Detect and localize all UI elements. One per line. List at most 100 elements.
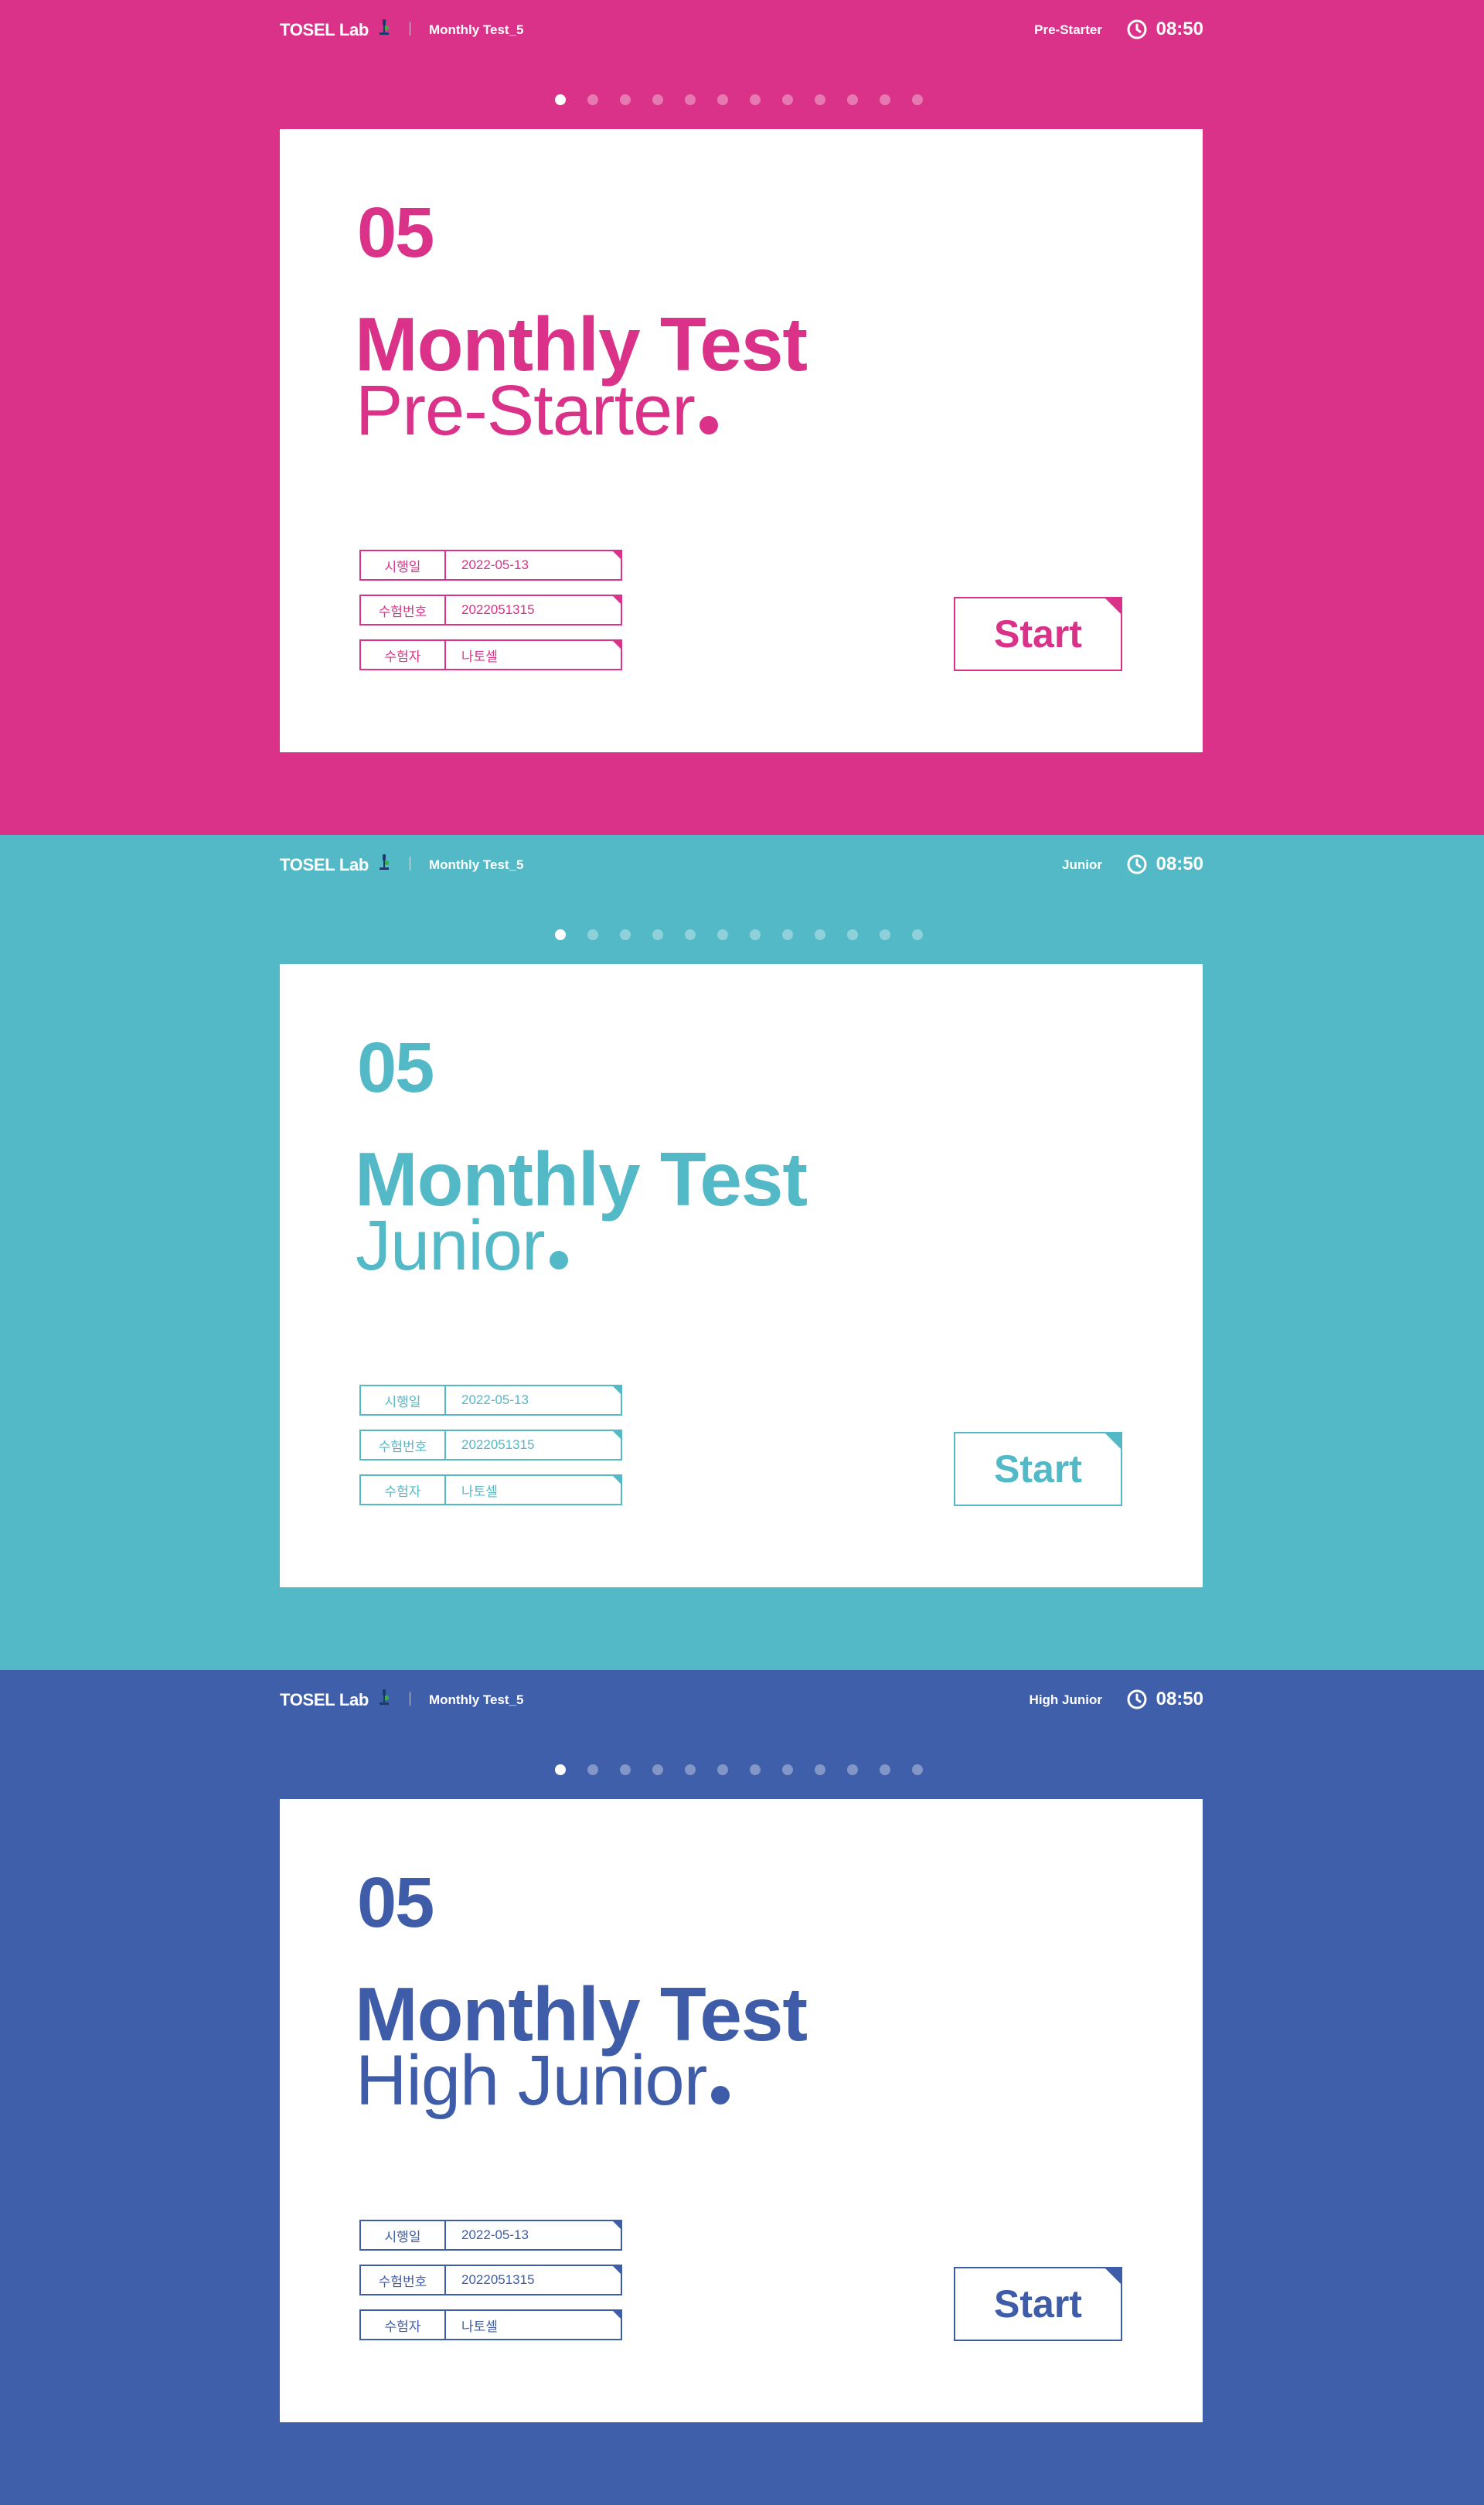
pagination-dot[interactable] xyxy=(847,1764,858,1775)
corner-tag xyxy=(611,595,622,605)
pagination-dot[interactable] xyxy=(880,929,890,940)
start-button[interactable]: Start xyxy=(954,2267,1122,2341)
timer: 08:50 xyxy=(1156,19,1203,39)
brand-logo[interactable]: TOSEL Lab xyxy=(280,855,369,875)
info-row: 수험번호 2022051315 xyxy=(359,2265,622,2295)
top-bar: TOSEL Lab Monthly Test_5 Junior 08:50 xyxy=(280,835,1203,894)
info-label: 수험번호 xyxy=(361,1431,446,1459)
test-level: Pre-Starter xyxy=(356,370,718,452)
pagination-dot[interactable] xyxy=(912,1764,923,1775)
info-label: 시행일 xyxy=(361,1386,446,1414)
pagination-dot[interactable] xyxy=(912,929,923,940)
clock-icon xyxy=(1127,1689,1147,1709)
level-label: Junior xyxy=(1062,857,1102,872)
top-bar: TOSEL Lab Monthly Test_5 High Junior 08:… xyxy=(280,1670,1203,1729)
pagination-dot[interactable] xyxy=(717,94,728,105)
test-level: Junior xyxy=(356,1205,568,1287)
pagination-dot[interactable] xyxy=(717,929,728,940)
corner-tag xyxy=(1104,1432,1122,1450)
pagination-dot[interactable] xyxy=(750,1764,761,1775)
brand-logo[interactable]: TOSEL Lab xyxy=(280,1690,369,1710)
corner-tag xyxy=(611,1385,622,1396)
corner-tag xyxy=(611,639,622,650)
pagination-dot[interactable] xyxy=(555,1764,566,1775)
start-button[interactable]: Start xyxy=(954,597,1122,671)
clock-icon xyxy=(1127,854,1147,874)
pagination-dot[interactable] xyxy=(782,1764,793,1775)
pagination-dot[interactable] xyxy=(815,1764,825,1775)
pagination-dot[interactable] xyxy=(782,94,793,105)
pagination-dot[interactable] xyxy=(815,94,825,105)
pagination-dot[interactable] xyxy=(620,929,631,940)
level-label: High Junior xyxy=(1029,1692,1102,1707)
clock-icon xyxy=(1127,19,1147,39)
test-number: 05 xyxy=(357,1028,434,1107)
info-label: 시행일 xyxy=(361,551,446,579)
pagination-dot[interactable] xyxy=(717,1764,728,1775)
corner-tag xyxy=(611,2265,622,2275)
info-value: 나토셀 xyxy=(461,2319,498,2334)
pagination-dot[interactable] xyxy=(685,929,696,940)
pagination-dot[interactable] xyxy=(587,929,598,940)
info-value: 2022-05-13 xyxy=(461,2227,529,2242)
pagination-dot[interactable] xyxy=(652,929,663,940)
level-panel-2: TOSEL Lab Monthly Test_5 High Junior 08:… xyxy=(0,1670,1484,2505)
pagination-dot[interactable] xyxy=(587,94,598,105)
pagination-dot[interactable] xyxy=(555,929,566,940)
info-row: 시행일 2022-05-13 xyxy=(359,1385,622,1416)
bullet-dot xyxy=(699,416,718,435)
brand-logo[interactable]: TOSEL Lab xyxy=(280,20,369,40)
pagination-dot[interactable] xyxy=(652,94,663,105)
corner-tag xyxy=(611,1430,622,1440)
pagination-dot[interactable] xyxy=(750,929,761,940)
level-panel-0: TOSEL Lab Monthly Test_5 Pre-Starter 08:… xyxy=(0,0,1484,835)
pagination-dot[interactable] xyxy=(620,94,631,105)
info-row: 시행일 2022-05-13 xyxy=(359,550,622,581)
pagination-dot[interactable] xyxy=(782,929,793,940)
info-value: 나토셀 xyxy=(461,649,498,664)
test-level: High Junior xyxy=(356,2040,730,2122)
corner-tag xyxy=(1104,2267,1122,2285)
corner-tag xyxy=(611,2309,622,2320)
info-value: 2022051315 xyxy=(461,602,535,617)
pagination-dot[interactable] xyxy=(555,94,566,105)
pagination-dot[interactable] xyxy=(587,1764,598,1775)
timer: 08:50 xyxy=(1156,1689,1203,1709)
bullet-dot xyxy=(549,1251,568,1270)
microscope-icon xyxy=(380,854,389,870)
test-number: 05 xyxy=(357,1863,434,1942)
pagination-dot[interactable] xyxy=(847,929,858,940)
info-value: 2022-05-13 xyxy=(461,557,529,572)
test-card: 05 Monthly Test High Junior 시행일 2022-05-1… xyxy=(280,1799,1203,2422)
info-table: 시행일 2022-05-13 수험번호 2022051315 수험자 나토셀 xyxy=(359,2220,622,2354)
test-name: Monthly Test_5 xyxy=(429,22,524,37)
info-label: 수험자 xyxy=(361,641,446,669)
pagination-dots xyxy=(555,1764,945,1780)
info-table: 시행일 2022-05-13 수험번호 2022051315 수험자 나토셀 xyxy=(359,1385,622,1519)
pagination-dot[interactable] xyxy=(912,94,923,105)
info-value: 2022051315 xyxy=(461,2272,535,2287)
info-row: 수험번호 2022051315 xyxy=(359,595,622,625)
level-panel-1: TOSEL Lab Monthly Test_5 Junior 08:50 05… xyxy=(0,835,1484,1670)
pagination-dot[interactable] xyxy=(685,1764,696,1775)
info-row: 수험자 나토셀 xyxy=(359,2309,622,2340)
pagination-dots xyxy=(555,929,945,945)
corner-tag xyxy=(611,550,622,561)
pagination-dot[interactable] xyxy=(750,94,761,105)
test-name: Monthly Test_5 xyxy=(429,1692,524,1707)
pagination-dot[interactable] xyxy=(847,94,858,105)
pagination-dot[interactable] xyxy=(880,94,890,105)
bullet-dot xyxy=(711,2086,730,2105)
corner-tag xyxy=(1104,597,1122,615)
pagination-dot[interactable] xyxy=(620,1764,631,1775)
pagination-dot[interactable] xyxy=(685,94,696,105)
corner-tag xyxy=(611,1474,622,1485)
info-label: 시행일 xyxy=(361,2221,446,2249)
pagination-dot[interactable] xyxy=(815,929,825,940)
start-button[interactable]: Start xyxy=(954,1432,1122,1506)
info-row: 수험번호 2022051315 xyxy=(359,1430,622,1460)
pagination-dot[interactable] xyxy=(652,1764,663,1775)
pagination-dot[interactable] xyxy=(880,1764,890,1775)
start-label: Start xyxy=(994,612,1082,656)
info-label: 수험번호 xyxy=(361,596,446,624)
